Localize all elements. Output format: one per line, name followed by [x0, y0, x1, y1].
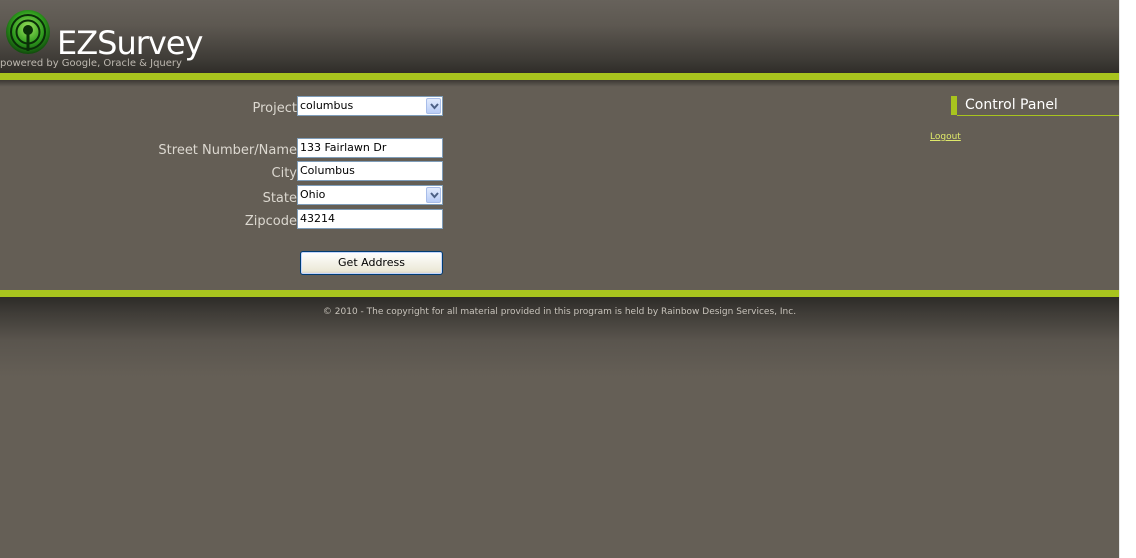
- page: EZSurvey powered by Google, Oracle & Jqu…: [0, 0, 1119, 558]
- logout-link[interactable]: Logout: [930, 132, 961, 142]
- control-panel-marker: [951, 96, 957, 115]
- tagline: powered by Google, Oracle & Jquery: [0, 58, 182, 69]
- city-input[interactable]: Columbus: [297, 161, 443, 181]
- header-divider: [0, 73, 1119, 80]
- app-title: EZSurvey: [57, 24, 203, 62]
- state-select[interactable]: Ohio: [297, 185, 443, 205]
- zipcode-input[interactable]: 43214: [297, 209, 443, 229]
- vertical-scrollbar[interactable]: [1119, 0, 1136, 558]
- radio-signal-icon: [6, 10, 50, 54]
- project-select-value: columbus: [300, 99, 354, 112]
- city-label: City: [271, 166, 297, 181]
- get-address-button[interactable]: Get Address: [300, 251, 443, 275]
- main-content: [0, 87, 1119, 290]
- state-select-value: Ohio: [300, 188, 326, 201]
- copyright-text: © 2010 - The copyright for all material …: [322, 307, 797, 317]
- chevron-down-icon[interactable]: [426, 187, 441, 203]
- control-panel-title: Control Panel: [965, 97, 1058, 113]
- state-label: State: [262, 191, 297, 206]
- street-label: Street Number/Name: [158, 143, 297, 158]
- project-label: Project: [252, 101, 297, 116]
- footer-divider: [0, 290, 1119, 297]
- street-input[interactable]: 133 Fairlawn Dr: [297, 138, 443, 158]
- zipcode-label: Zipcode: [244, 214, 297, 229]
- chevron-down-icon[interactable]: [426, 98, 441, 114]
- divider-shadow: [0, 80, 1119, 87]
- project-select[interactable]: columbus: [297, 96, 443, 116]
- header: EZSurvey powered by Google, Oracle & Jqu…: [0, 0, 1119, 73]
- control-panel-underline: [957, 115, 1119, 116]
